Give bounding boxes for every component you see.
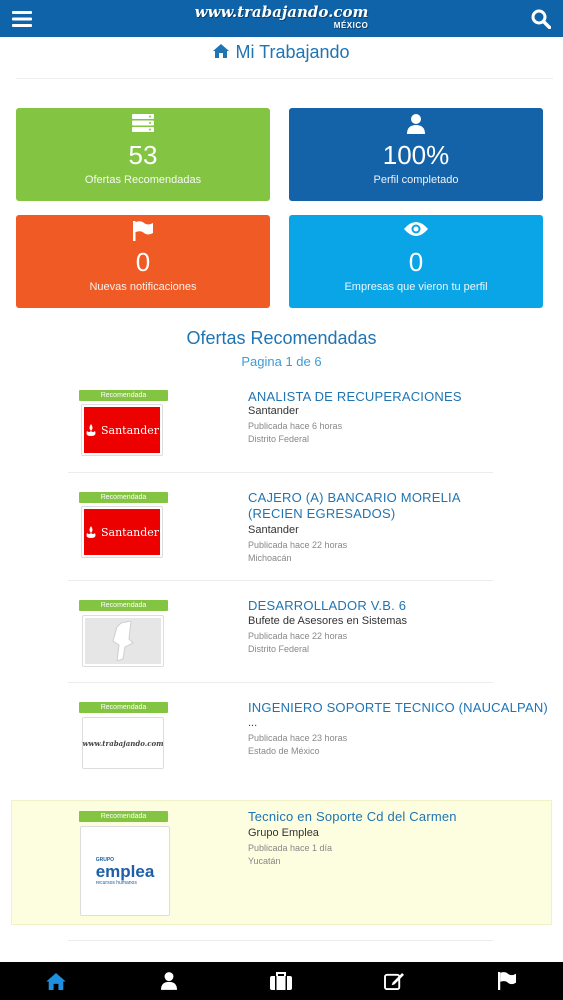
profile-completed-tile[interactable]: 100% Perfil completado xyxy=(289,108,543,201)
nav-edit[interactable] xyxy=(374,966,414,996)
logo-text: www.trabajando.com xyxy=(82,738,164,748)
nav-home[interactable] xyxy=(36,966,76,996)
company-name: Bufete de Asesores en Sistemas xyxy=(248,615,407,627)
nav-profile[interactable] xyxy=(149,966,189,996)
tile-value: 0 xyxy=(408,247,424,277)
job-location: Yucatán xyxy=(248,856,281,866)
job-card[interactable]: Recomendada www.trabajando.com INGENIERO… xyxy=(68,697,548,787)
pagination-label: Pagina 1 de 6 xyxy=(241,354,322,369)
job-title-link[interactable]: ANALISTA DE RECUPERACIONES xyxy=(248,389,493,405)
company-logo: GRUPO emplea recursos humanos xyxy=(80,826,170,916)
logo-placeholder xyxy=(85,618,161,664)
recommended-badge: Recomendada xyxy=(79,811,168,822)
recommended-badge: Recomendada xyxy=(79,600,168,611)
job-title-link[interactable]: Tecnico en Soporte Cd del Carmen xyxy=(248,809,538,825)
logo-text: Santander xyxy=(100,423,160,437)
divider xyxy=(68,682,493,683)
job-card[interactable]: Recomendada Santander ANALISTA DE RECUPE… xyxy=(68,385,493,473)
company-name: Santander xyxy=(248,405,299,417)
divider xyxy=(68,940,493,941)
nav-notifications[interactable] xyxy=(487,966,527,996)
posted-time: Publicada hace 1 día xyxy=(248,843,333,853)
nav-jobs[interactable] xyxy=(261,966,301,996)
divider xyxy=(68,580,493,581)
profile-views-tile[interactable]: 0 Empresas que vieron tu perfil xyxy=(289,215,543,308)
job-title-link[interactable]: INGENIERO SOPORTE TECNICO (NAUCALPAN) xyxy=(248,700,548,716)
posted-time: Publicada hace 23 horas xyxy=(248,733,348,743)
page-title-text: Mi Trabajando xyxy=(235,42,350,62)
search-icon[interactable] xyxy=(528,6,554,32)
page-title: Mi Trabajando xyxy=(0,42,563,63)
company-name: ... xyxy=(248,717,258,729)
hamburger-menu-icon[interactable] xyxy=(9,6,35,32)
top-bar: www.trabajando.com MÉXICO xyxy=(0,0,563,37)
home-icon xyxy=(213,42,230,63)
divider xyxy=(68,472,493,473)
flag-icon xyxy=(16,221,270,241)
logo-tagline: recursos humanos xyxy=(95,879,137,886)
posted-time: Publicada hace 22 horas xyxy=(248,631,348,641)
job-card[interactable]: Recomendada Santander CAJERO (A) BANCARI… xyxy=(68,487,493,581)
posted-time: Publicada hace 6 horas xyxy=(248,421,343,431)
job-card-highlighted[interactable]: Recomendada GRUPO emplea recursos humano… xyxy=(11,800,552,925)
recommended-offers-tile[interactable]: 53 Ofertas Recomendadas xyxy=(16,108,270,201)
notifications-tile[interactable]: 0 Nuevas notificaciones xyxy=(16,215,270,308)
company-name: Santander xyxy=(248,524,299,536)
santander-flame-icon xyxy=(86,424,96,436)
tile-value: 100% xyxy=(382,140,450,170)
job-card[interactable]: Recomendada DESARROLLADOR V.B. 6 Bufete … xyxy=(68,595,493,683)
company-logo: www.trabajando.com xyxy=(82,717,164,769)
job-location: Distrito Federal xyxy=(248,434,310,444)
job-title-link[interactable]: CAJERO (A) BANCARIO MORELIA (RECIEN EGRE… xyxy=(248,490,510,522)
bottom-navigation xyxy=(0,962,563,1000)
user-icon xyxy=(289,114,543,134)
recommended-badge: Recomendada xyxy=(79,492,168,503)
job-location: Estado de México xyxy=(248,746,320,756)
tile-label: Empresas que vieron tu perfil xyxy=(344,281,488,293)
tile-label: Nuevas notificaciones xyxy=(89,281,197,293)
flag-icon xyxy=(497,972,516,990)
eye-icon xyxy=(289,221,543,237)
santander-flame-icon xyxy=(86,526,96,538)
company-logo xyxy=(82,615,164,667)
company-logo: Santander xyxy=(81,404,163,456)
logo-main-text: emplea xyxy=(95,861,155,881)
company-logo: Santander xyxy=(81,506,163,558)
server-list-icon xyxy=(16,114,270,132)
briefcase-icon xyxy=(270,972,293,990)
logo-text: Santander xyxy=(100,525,160,539)
recommended-badge: Recomendada xyxy=(79,702,168,713)
site-logo[interactable]: www.trabajando.com MÉXICO xyxy=(194,2,369,32)
home-icon xyxy=(46,972,67,990)
divider xyxy=(16,78,553,79)
job-title-link[interactable]: DESARROLLADOR V.B. 6 xyxy=(248,598,493,614)
tile-label: Ofertas Recomendadas xyxy=(84,174,202,186)
recommended-badge: Recomendada xyxy=(79,390,168,401)
edit-icon xyxy=(383,972,404,990)
tile-label: Perfil completado xyxy=(373,174,459,186)
user-icon xyxy=(160,972,177,990)
job-location: Distrito Federal xyxy=(248,644,310,654)
tile-value: 0 xyxy=(135,247,151,277)
job-location: Michoacán xyxy=(248,553,292,563)
logo-text: www.trabajando.com xyxy=(194,2,369,21)
posted-time: Publicada hace 22 horas xyxy=(248,540,348,550)
section-title: Ofertas Recomendadas xyxy=(186,328,377,348)
company-name: Grupo Emplea xyxy=(248,827,319,839)
tile-value: 53 xyxy=(128,140,158,170)
